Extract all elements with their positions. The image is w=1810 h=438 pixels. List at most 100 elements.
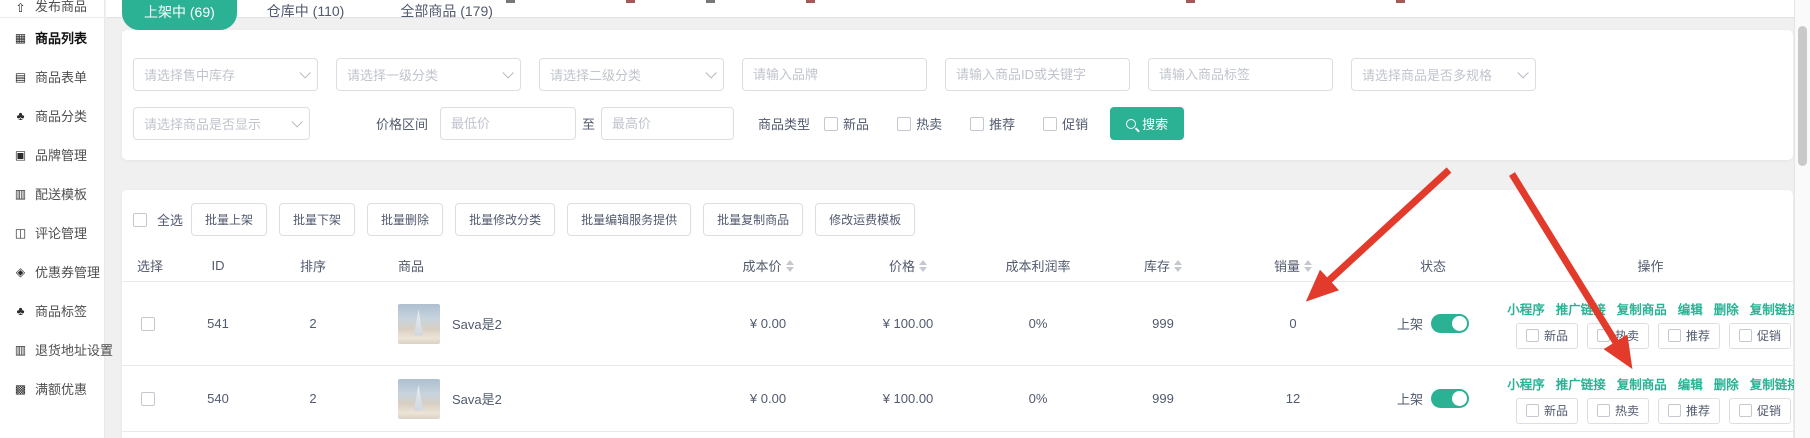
batch-edit-category-button[interactable]: 批量修改分类 [455,203,555,236]
min-price-input[interactable] [440,107,576,140]
col-sales: 销量 [1228,256,1358,275]
tag-recommend[interactable]: 推荐 [1658,323,1720,349]
checkbox[interactable] [1043,117,1057,131]
brand-manage-icon [13,148,28,162]
col-status: 状态 [1358,256,1508,275]
checkbox[interactable] [1739,404,1752,417]
type-checkbox-recommend[interactable]: 推荐 [970,114,1015,133]
action-mini-program[interactable]: 小程序 [1507,299,1545,318]
batch-off-sale-button[interactable]: 批量下架 [279,203,355,236]
sidebar-item-brand-manage[interactable]: 品牌管理 [0,135,104,174]
checkbox[interactable] [1668,404,1681,417]
sidebar-item-return-address[interactable]: 退货地址设置 [0,330,104,369]
batch-delete-button[interactable]: 批量删除 [367,203,443,236]
scrollbar-thumb[interactable] [1798,26,1807,166]
action-promo-link[interactable]: 推广链接 [1556,299,1606,318]
sidebar-item-label: 发布商品 [35,0,87,15]
brand-input[interactable] [742,58,927,91]
stock-select[interactable]: 请选择售中库存 [133,58,318,91]
vertical-scrollbar [1794,0,1810,438]
level2-category-select[interactable]: 请选择二级分类 [539,58,724,91]
sort-sales[interactable] [1304,260,1312,272]
chevron-down-icon [1517,67,1528,78]
action-mini-program[interactable]: 小程序 [1507,374,1545,393]
sort-price[interactable] [919,260,927,272]
product-id-keyword-input[interactable] [945,58,1130,91]
checkbox[interactable] [1739,329,1752,342]
sidebar-item-delivery-template[interactable]: 配送模板 [0,174,104,213]
tag-new[interactable]: 新品 [1516,398,1578,424]
sidebar-item-review-manage[interactable]: 评论管理 [0,213,104,252]
cell-sort: 2 [258,391,368,406]
cell-sort: 2 [258,316,368,331]
level1-category-select[interactable]: 请选择一级分类 [336,58,521,91]
action-delete[interactable]: 删除 [1714,374,1739,393]
tag-recommend[interactable]: 推荐 [1658,398,1720,424]
sidebar-item-product-form[interactable]: 商品表单 [0,57,104,96]
tag-promo[interactable]: 促销 [1729,323,1791,349]
checkbox[interactable] [1526,404,1539,417]
batch-edit-service-button[interactable]: 批量编辑服务提供 [567,203,691,236]
select-all-checkbox[interactable] [133,213,147,227]
status-toggle[interactable] [1431,389,1469,408]
checkbox[interactable] [824,117,838,131]
select-all-label: 全选 [157,210,183,229]
action-delete[interactable]: 删除 [1714,299,1739,318]
cell-cost: ¥ 0.00 [698,391,838,406]
tag-hot[interactable]: 热卖 [1587,398,1649,424]
col-margin: 成本利润率 [978,256,1098,275]
sidebar-item-label: 退货地址设置 [35,340,113,359]
filter-row-1: 请选择售中库存 请选择一级分类 请选择二级分类 请选择商品是否多规格 [133,58,1782,91]
col-product: 商品 [368,256,698,275]
type-checkbox-new[interactable]: 新品 [824,114,869,133]
checkbox[interactable] [897,117,911,131]
cell-id: 541 [178,316,258,331]
checkbox[interactable] [1668,329,1681,342]
type-checkbox-promo[interactable]: 促销 [1043,114,1088,133]
sidebar-item-label: 满额优惠 [35,379,87,398]
action-copy-link[interactable]: 复制链接 [1750,299,1800,318]
checkbox[interactable] [970,117,984,131]
action-copy-product[interactable]: 复制商品 [1617,299,1667,318]
tab-all-products[interactable]: 全部商品 (179) [386,1,507,21]
select-placeholder: 请选择二级分类 [550,65,641,84]
return-address-icon [13,343,28,357]
row-checkbox[interactable] [141,317,155,331]
max-price-input[interactable] [601,107,734,140]
tag-new[interactable]: 新品 [1516,323,1578,349]
sidebar-item-product-list[interactable]: 商品列表 [0,18,104,57]
tab-on-sale[interactable]: 上架中 (69) [122,0,237,30]
product-tag-input[interactable] [1148,58,1333,91]
status-label: 上架 [1397,389,1423,408]
tag-promo[interactable]: 促销 [1729,398,1791,424]
edit-freight-template-button[interactable]: 修改运费模板 [815,203,915,236]
display-select[interactable]: 请选择商品是否显示 [133,107,310,140]
type-checkbox-hot[interactable]: 热卖 [897,114,942,133]
select-placeholder: 请选择售中库存 [144,65,235,84]
sidebar-item-product-tag[interactable]: 商品标签 [0,291,104,330]
multi-spec-select[interactable]: 请选择商品是否多规格 [1351,58,1536,91]
sort-cost[interactable] [786,260,794,272]
row-checkbox[interactable] [141,392,155,406]
checkbox[interactable] [1597,404,1610,417]
sidebar-item-product-category[interactable]: 商品分类 [0,96,104,135]
sidebar-item-publish-product[interactable]: 发布商品 [0,0,104,18]
publish-product-icon [13,1,28,15]
action-edit[interactable]: 编辑 [1678,374,1703,393]
batch-copy-product-button[interactable]: 批量复制商品 [703,203,803,236]
action-promo-link[interactable]: 推广链接 [1556,374,1606,393]
sidebar-item-coupon-manage[interactable]: 优惠券管理 [0,252,104,291]
status-toggle[interactable] [1431,314,1469,333]
checkbox[interactable] [1526,329,1539,342]
sidebar-item-full-discount[interactable]: 满额优惠 [0,369,104,408]
action-copy-product[interactable]: 复制商品 [1617,374,1667,393]
tab-in-warehouse[interactable]: 仓库中 (110) [253,1,359,21]
action-edit[interactable]: 编辑 [1678,299,1703,318]
search-button[interactable]: 搜索 [1110,107,1184,140]
batch-on-sale-button[interactable]: 批量上架 [191,203,267,236]
tag-hot[interactable]: 热卖 [1587,323,1649,349]
product-list-page: 发布商品 商品列表 商品表单 商品分类 品牌管理 配送模板 评论管理 优惠券管 [0,0,1810,438]
sort-stock[interactable] [1174,260,1182,272]
action-copy-link[interactable]: 复制链接 [1750,374,1800,393]
checkbox[interactable] [1597,329,1610,342]
